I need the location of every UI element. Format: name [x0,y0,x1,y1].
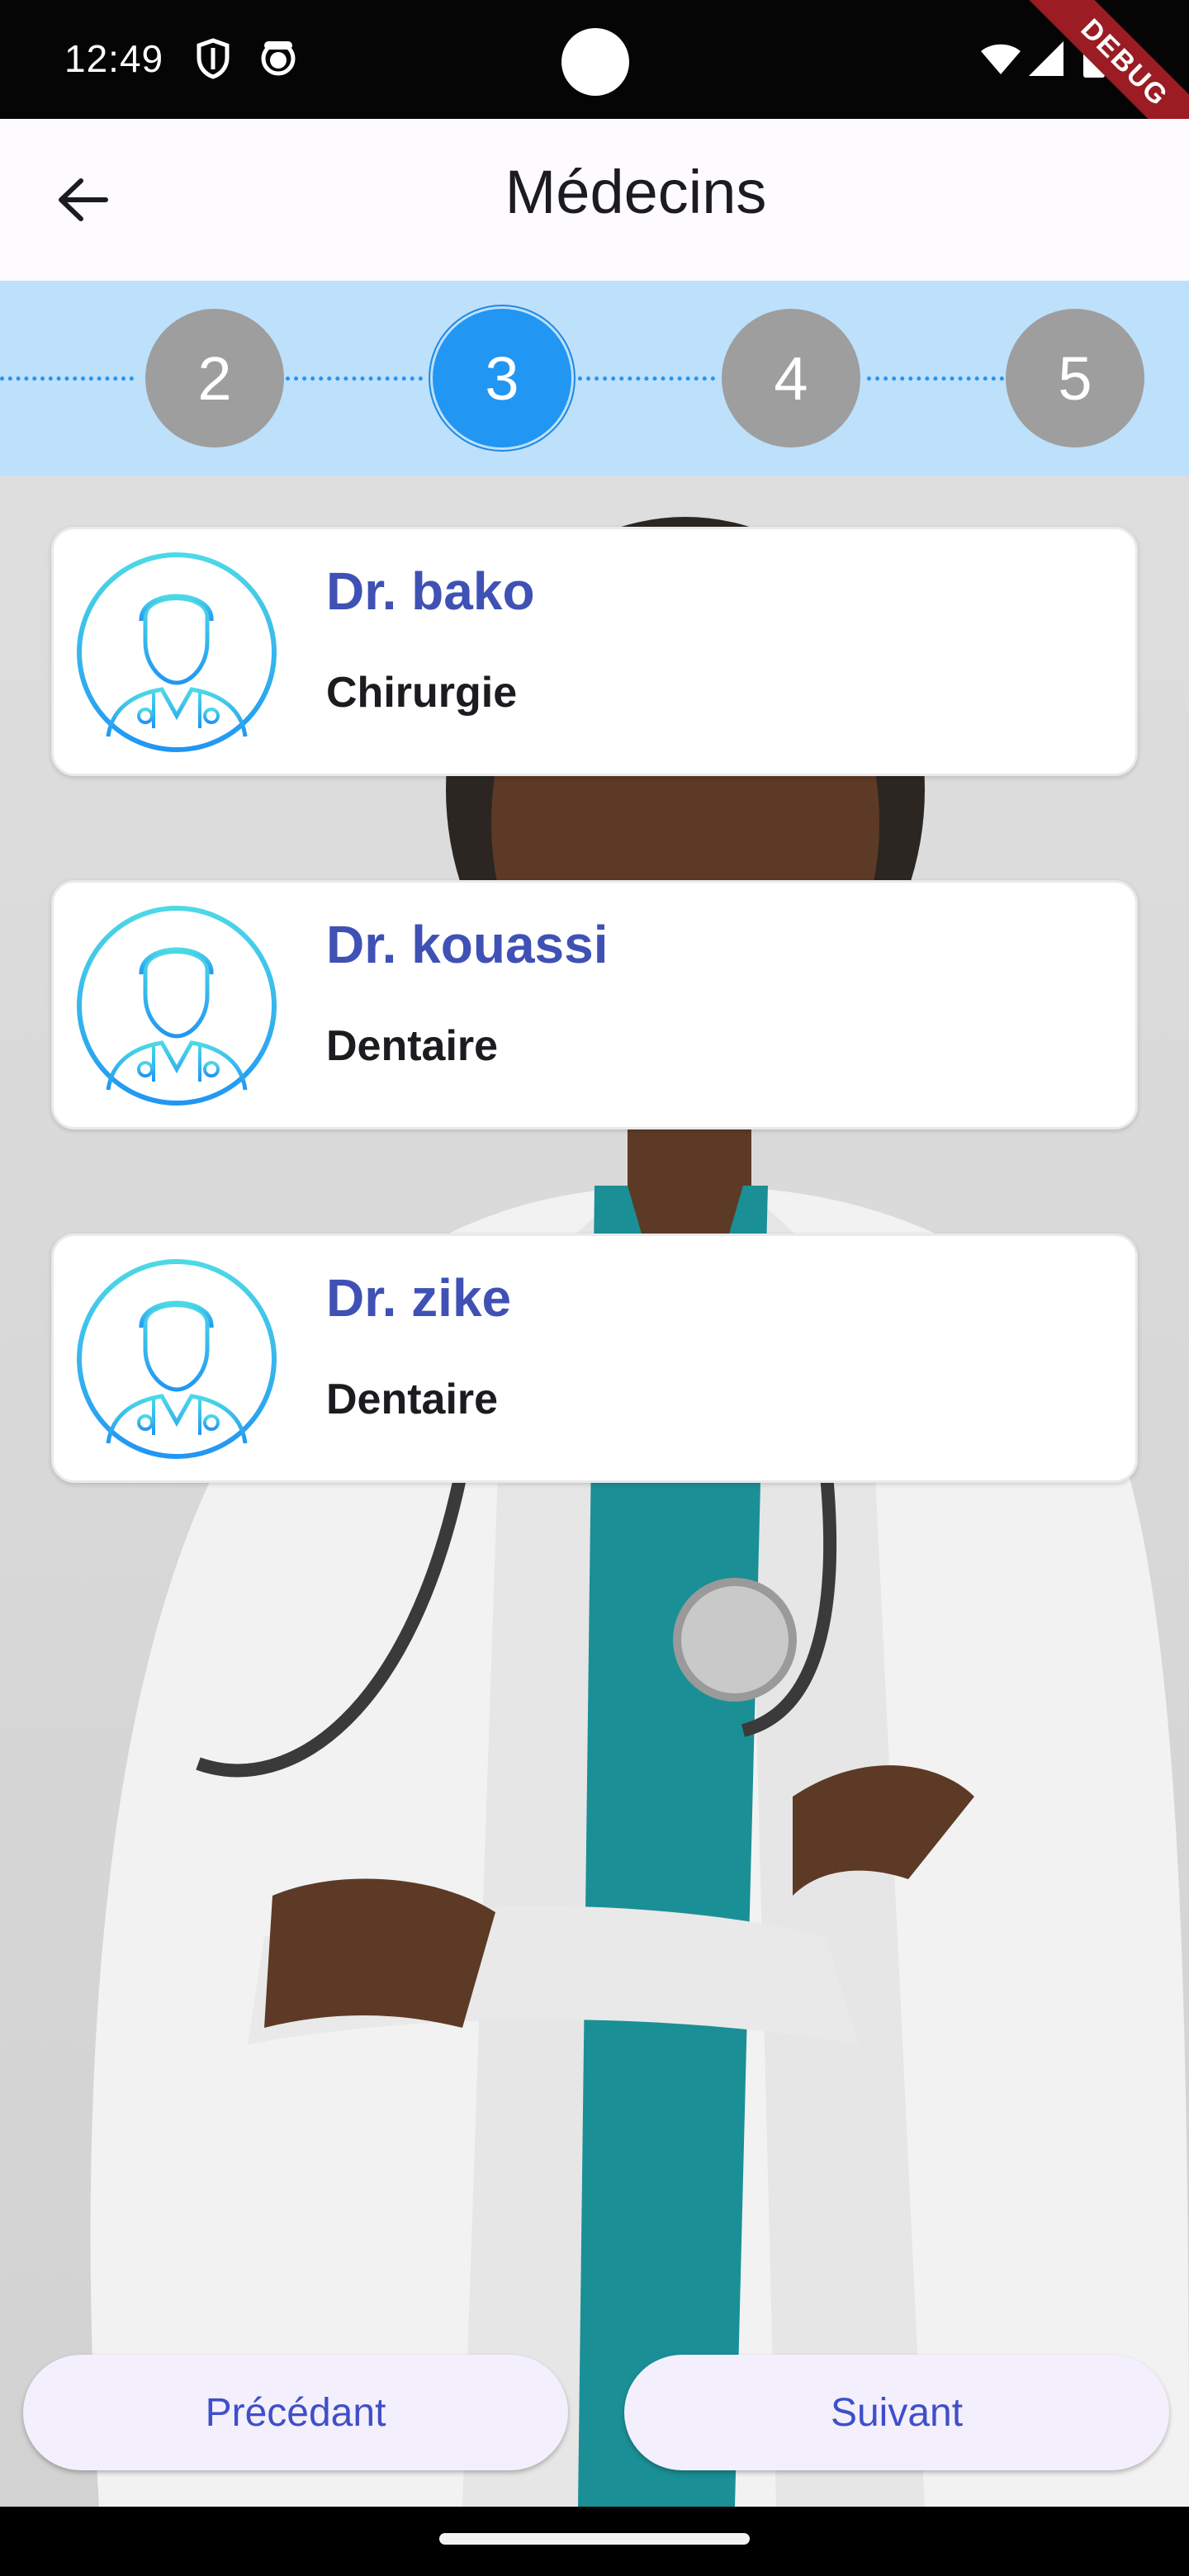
doctor-specialty: Dentaire [326,1022,499,1070]
step-5[interactable]: 5 [1006,309,1144,447]
background-doctor-image [90,517,1189,2507]
doctor-avatar-icon [77,906,277,1106]
app-bar: Médecins [0,119,1189,281]
step-3-active[interactable]: 3 [433,309,571,447]
cellular-signal-icon [1029,41,1065,80]
previous-button[interactable]: Précédant [23,2355,568,2470]
step-4[interactable]: 4 [722,309,860,447]
page-title: Médecins [504,158,767,226]
camera-cutout [561,28,629,96]
cat-face-icon [259,38,297,80]
doctor-avatar-icon [77,1259,277,1459]
doctor-name: Dr. zike [326,1268,512,1328]
step-connector [867,376,1004,381]
doctor-specialty: Chirurgie [326,669,518,717]
status-time: 12:49 [64,37,164,80]
step-connector [286,376,423,381]
step-connector [578,376,715,381]
doctor-card[interactable]: Dr. zike Dentaire [51,1234,1138,1483]
step-2[interactable]: 2 [145,309,284,447]
doctor-name: Dr. bako [326,561,535,621]
doctor-specialty: Dentaire [326,1376,499,1423]
next-button[interactable]: Suivant [624,2355,1169,2470]
doctor-avatar-icon [77,552,277,752]
doctor-card[interactable]: Dr. kouassi Dentaire [51,880,1138,1129]
doctor-name: Dr. kouassi [326,915,609,974]
step-connector [0,376,134,381]
wifi-icon [979,41,1022,80]
home-indicator[interactable] [439,2533,750,2545]
doctor-list-area: Dr. bako Chirurgie Dr. kouassi Dentaire [0,476,1189,2507]
step-indicator: 2 3 4 5 [0,281,1189,476]
shield-icon [195,38,231,83]
doctor-card[interactable]: Dr. bako Chirurgie [51,527,1138,776]
status-bar: 12:49 DEBUG [0,0,1189,179]
system-nav-bar [0,2507,1189,2576]
